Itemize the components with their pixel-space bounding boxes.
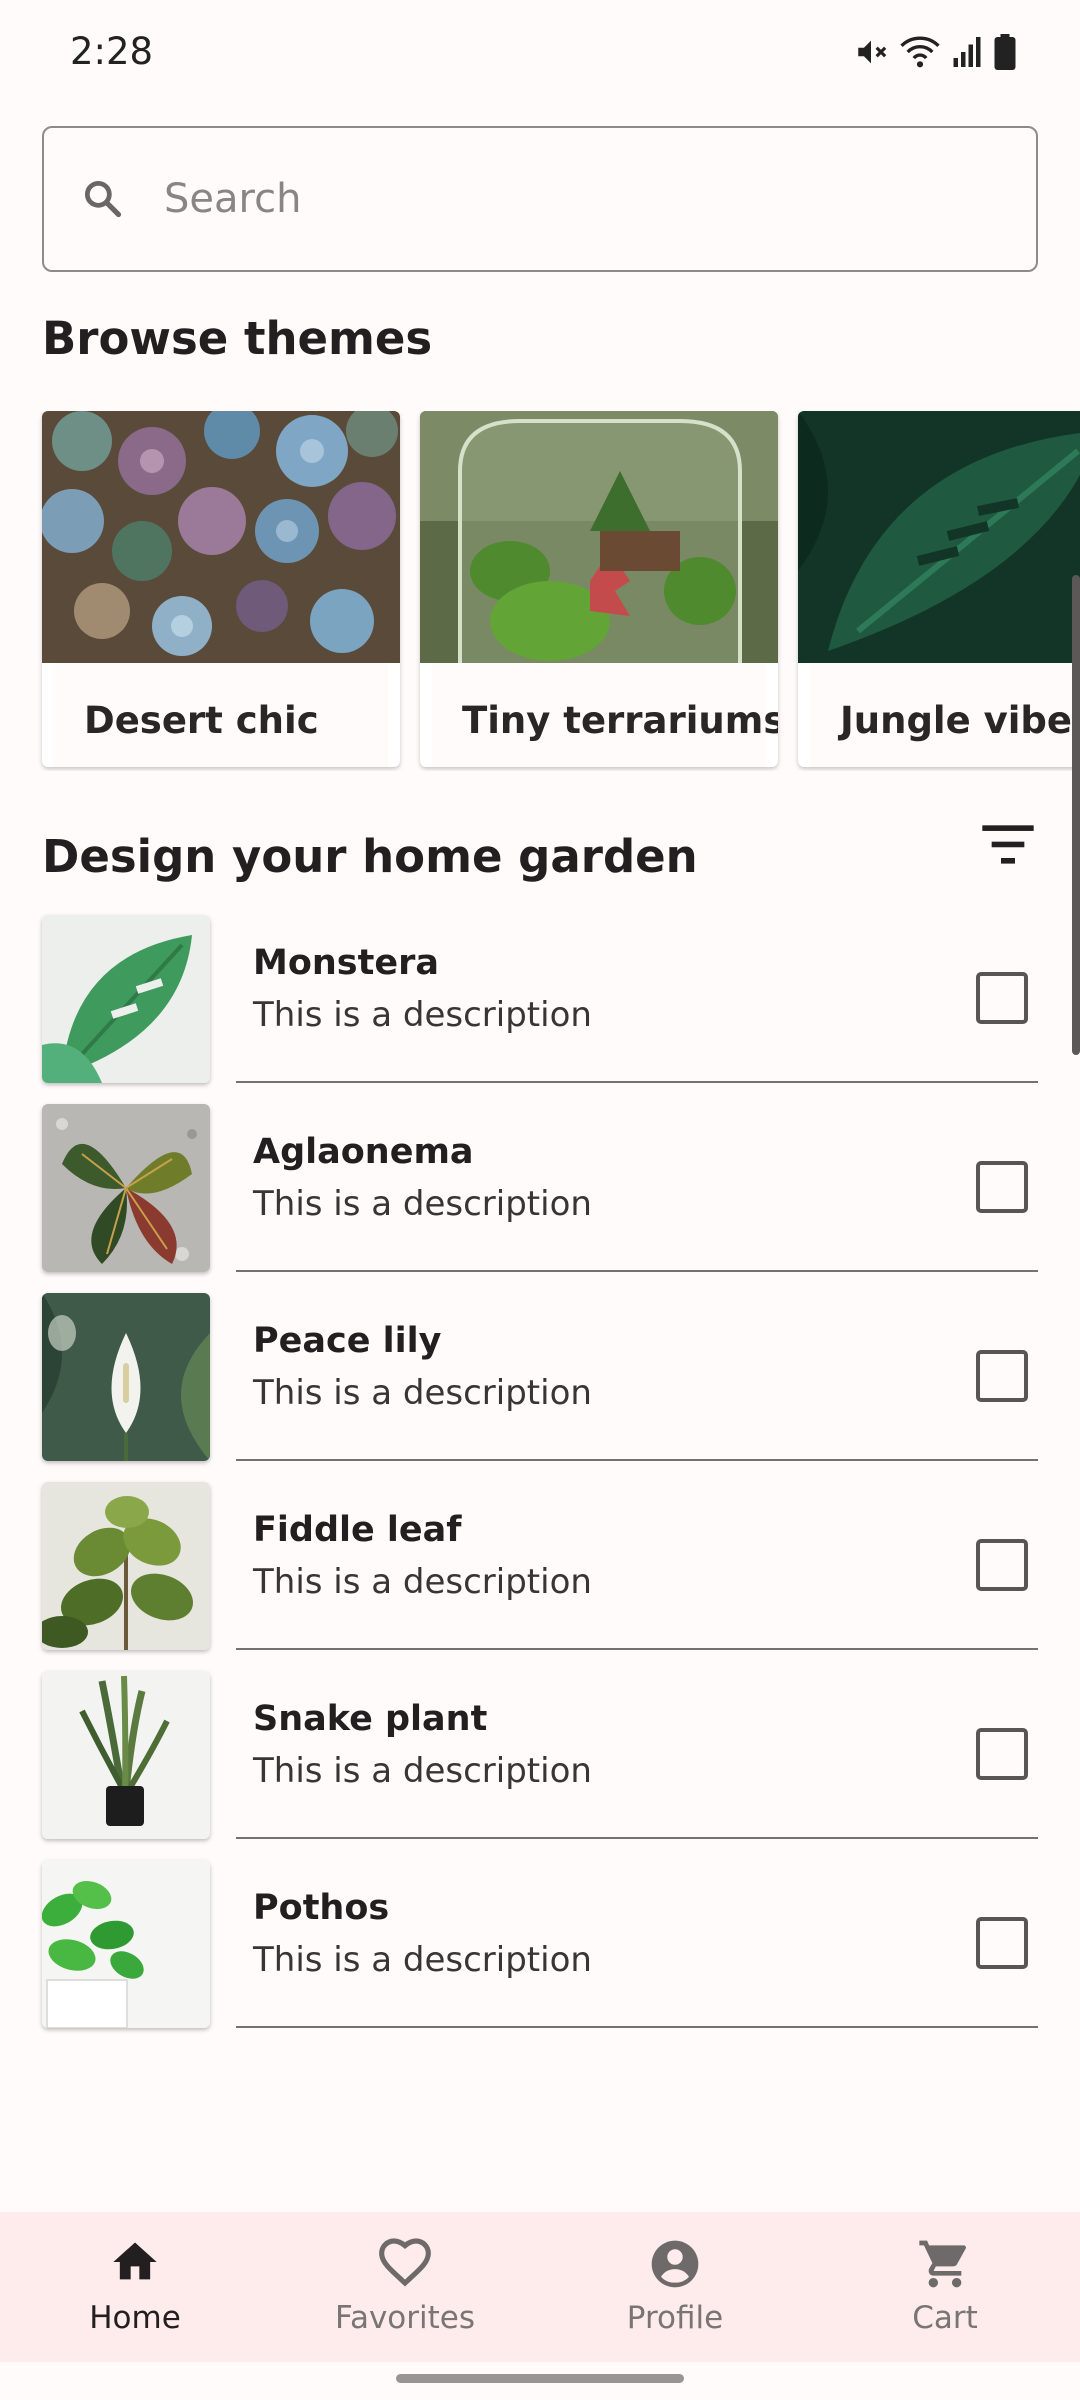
- plant-image-monstera: [42, 915, 210, 1083]
- nav-label: Favorites: [334, 2300, 476, 2336]
- plant-name: Peace lily: [253, 1321, 442, 1361]
- plant-description: This is a description: [253, 1184, 592, 1224]
- wifi-icon: [900, 35, 940, 69]
- battery-icon: [994, 34, 1016, 70]
- plant-image-snake-plant: [42, 1671, 210, 1839]
- plant-checkbox[interactable]: [976, 1350, 1028, 1402]
- list-item[interactable]: Pothos This is a description: [0, 1860, 1080, 2049]
- status-time: 2:28: [70, 30, 154, 73]
- filter-icon[interactable]: [980, 820, 1036, 872]
- plant-description: This is a description: [253, 1751, 592, 1791]
- plant-checkbox[interactable]: [976, 1728, 1028, 1780]
- plant-checkbox[interactable]: [976, 1539, 1028, 1591]
- nav-cart[interactable]: Cart: [810, 2212, 1080, 2362]
- plant-description: This is a description: [253, 995, 592, 1035]
- plant-image-peace-lily: [42, 1293, 210, 1461]
- app-screen: 2:28 Search Browse themes Desert chic Ti…: [0, 0, 1080, 2400]
- nav-label: Home: [89, 2300, 181, 2336]
- list-item[interactable]: Fiddle leaf This is a description: [0, 1482, 1080, 1671]
- themes-carousel[interactable]: Desert chic Tiny terrariums Jungle vibes: [0, 411, 1080, 771]
- nav-home[interactable]: Home: [0, 2212, 270, 2362]
- list-item[interactable]: Snake plant This is a description: [0, 1671, 1080, 1860]
- plant-description: This is a description: [253, 1940, 592, 1980]
- theme-label: Jungle vibes: [810, 663, 1080, 767]
- status-bar: 2:28: [0, 0, 1080, 110]
- mute-icon: [854, 35, 888, 69]
- divider: [236, 1081, 1038, 1083]
- theme-label: Tiny terrariums: [432, 663, 778, 767]
- plant-name: Aglaonema: [253, 1132, 474, 1172]
- theme-image-tiny-terrariums: [420, 411, 778, 663]
- plant-image-pothos: [42, 1860, 210, 2028]
- account-circle-icon: [647, 2236, 703, 2296]
- divider: [236, 1270, 1038, 1272]
- divider: [236, 1648, 1038, 1650]
- plant-checkbox[interactable]: [976, 972, 1028, 1024]
- browse-themes-title: Browse themes: [42, 312, 433, 365]
- plant-checkbox[interactable]: [976, 1917, 1028, 1969]
- theme-card-tiny-terrariums[interactable]: Tiny terrariums: [420, 411, 778, 767]
- theme-label: Desert chic: [54, 663, 388, 767]
- plant-name: Snake plant: [253, 1699, 488, 1739]
- home-garden-title: Design your home garden: [42, 830, 698, 883]
- list-item[interactable]: Peace lily This is a description: [0, 1293, 1080, 1482]
- plant-image-fiddle-leaf: [42, 1482, 210, 1650]
- nav-profile[interactable]: Profile: [540, 2212, 810, 2362]
- nav-favorites[interactable]: Favorites: [270, 2212, 540, 2362]
- plant-description: This is a description: [253, 1562, 592, 1602]
- plant-checkbox[interactable]: [976, 1161, 1028, 1213]
- cart-icon: [917, 2236, 973, 2296]
- plant-name: Fiddle leaf: [253, 1510, 462, 1550]
- divider: [236, 2026, 1038, 2028]
- plant-image-aglaonema: [42, 1104, 210, 1272]
- heart-icon: [377, 2236, 433, 2292]
- theme-image-desert-chic: [42, 411, 400, 663]
- bottom-navigation: Home Favorites Profile Cart: [0, 2212, 1080, 2362]
- plant-description: This is a description: [253, 1373, 592, 1413]
- search-placeholder: Search: [164, 176, 302, 222]
- nav-label: Cart: [912, 2300, 978, 2336]
- theme-card-desert-chic[interactable]: Desert chic: [42, 411, 400, 767]
- status-icons: [854, 34, 1016, 70]
- divider: [236, 1459, 1038, 1461]
- gesture-handle[interactable]: [396, 2374, 684, 2383]
- plant-name: Pothos: [253, 1888, 390, 1928]
- plant-name: Monstera: [253, 943, 439, 983]
- list-item[interactable]: Aglaonema This is a description: [0, 1104, 1080, 1293]
- theme-card-jungle-vibes[interactable]: Jungle vibes: [798, 411, 1080, 767]
- signal-icon: [952, 35, 982, 69]
- theme-image-jungle-vibes: [798, 411, 1080, 663]
- search-input[interactable]: Search: [42, 126, 1038, 272]
- home-icon: [109, 2236, 161, 2292]
- nav-label: Profile: [626, 2300, 724, 2336]
- search-icon: [80, 176, 124, 224]
- list-item[interactable]: Monstera This is a description: [0, 915, 1080, 1104]
- divider: [236, 1837, 1038, 1839]
